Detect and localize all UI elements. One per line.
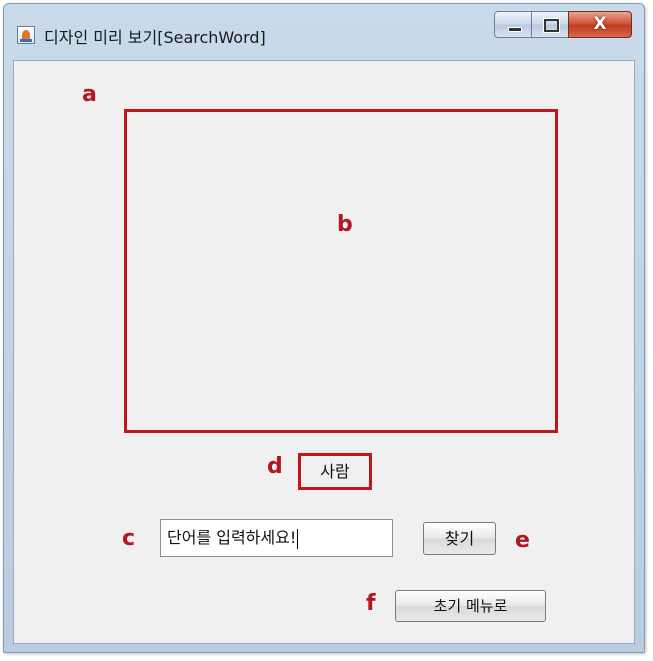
word-input-value: 단어를 입력하세요! — [167, 528, 297, 547]
maximize-button[interactable] — [531, 11, 569, 38]
annotation-e: e — [515, 528, 530, 553]
close-icon: X — [593, 14, 607, 34]
close-button[interactable]: X — [568, 11, 632, 38]
app-window: 디자인 미리 보기[SearchWord] X a b d 사람 c 단어를 입… — [3, 3, 645, 653]
text-caret — [297, 528, 299, 549]
minimize-button[interactable] — [494, 11, 532, 38]
annotation-b: b — [337, 212, 353, 237]
title-bar[interactable]: 디자인 미리 보기[SearchWord] X — [4, 4, 644, 60]
caption-buttons: X — [4, 11, 644, 38]
maximize-icon — [543, 18, 560, 33]
drawing-panel: b — [124, 109, 558, 433]
content-pane: a b d 사람 c 단어를 입력하세요! 찾기 e f 초기 메뉴로 — [13, 60, 635, 644]
annotation-c: c — [122, 526, 136, 551]
annotation-f: f — [366, 591, 376, 616]
minimize-icon — [508, 27, 522, 32]
find-button[interactable]: 찾기 — [423, 522, 496, 555]
word-label: 사람 — [298, 453, 372, 490]
annotation-a: a — [82, 82, 97, 107]
initial-menu-button[interactable]: 초기 메뉴로 — [395, 590, 546, 622]
annotation-d: d — [267, 454, 283, 479]
word-input[interactable]: 단어를 입력하세요! — [160, 519, 393, 557]
